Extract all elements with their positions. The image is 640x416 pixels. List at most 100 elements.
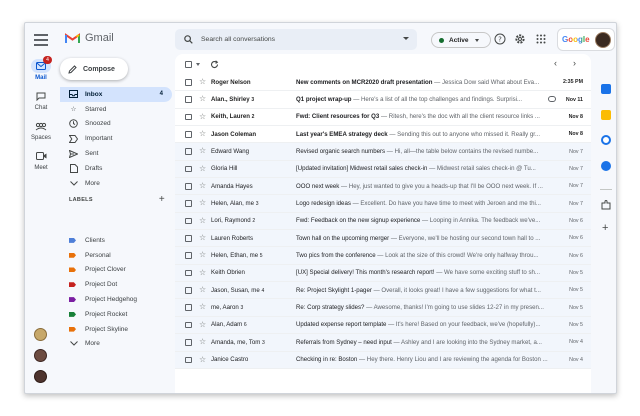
contacts-icon[interactable] — [601, 161, 611, 171]
label-item-project-dot[interactable]: Project Dot — [60, 277, 172, 292]
select-all-checkbox[interactable] — [185, 60, 192, 68]
star-icon[interactable]: ☆ — [199, 129, 206, 139]
chevron-left-icon[interactable]: ‹ — [554, 58, 557, 68]
avatar[interactable] — [34, 328, 47, 341]
star-icon[interactable]: ☆ — [199, 77, 206, 87]
help-icon[interactable]: ? — [494, 33, 506, 45]
labels-more[interactable]: More — [60, 337, 172, 352]
table-row[interactable]: ☆ Jason, Susan, me 4 Re: Project Skylight … — [175, 282, 591, 300]
table-row[interactable]: ☆ Lori, Raymond 2 Fwd: Feedback on the new… — [175, 212, 591, 231]
table-row[interactable]: ☆ Amanda Hayes OOO next week — Hey, just w… — [175, 178, 591, 196]
rail-meet[interactable]: Meet — [25, 149, 57, 171]
nav-sent[interactable]: Sent — [60, 146, 172, 161]
important-icon — [69, 134, 78, 143]
nav-inbox[interactable]: Inbox 4 — [60, 87, 172, 102]
row-checkbox[interactable] — [185, 269, 192, 277]
row-checkbox[interactable] — [185, 131, 192, 138]
refresh-icon[interactable] — [210, 59, 219, 69]
row-checkbox[interactable] — [185, 339, 192, 346]
nav-important[interactable]: Important — [60, 131, 172, 146]
table-row[interactable]: ☆ Gloria Hill [Updated invitation] Midwest… — [175, 160, 591, 179]
star-icon[interactable]: ☆ — [199, 250, 206, 260]
label-item-clients[interactable]: Clients — [60, 233, 172, 248]
row-checkbox[interactable] — [185, 252, 192, 259]
star-icon[interactable]: ☆ — [199, 198, 206, 208]
table-row[interactable]: ☆ Keith, Lauren 2 Fwd: Client resources fo… — [175, 108, 591, 127]
table-row[interactable]: ☆ Amanda, me, Tom 3 Referrals from Sydney … — [175, 334, 591, 352]
label-item-personal[interactable]: Personal — [60, 248, 172, 263]
star-icon[interactable]: ☆ — [199, 355, 206, 365]
row-checkbox[interactable] — [185, 235, 192, 242]
addons-puzzle-icon[interactable] — [601, 200, 611, 210]
row-checkbox[interactable] — [185, 304, 192, 311]
star-icon[interactable]: ☆ — [199, 216, 206, 226]
table-row[interactable]: ☆ Helen, Alan, me 3 Logo redesign ideas — … — [175, 195, 591, 213]
nav-starred[interactable]: ☆ Starred — [60, 102, 172, 117]
star-icon[interactable]: ☆ — [199, 233, 206, 243]
row-checkbox[interactable] — [185, 113, 192, 121]
row-checkbox[interactable] — [185, 200, 192, 207]
row-checkbox[interactable] — [185, 96, 192, 103]
select-options-icon[interactable] — [196, 62, 200, 66]
row-checkbox[interactable] — [185, 79, 192, 86]
star-icon[interactable]: ☆ — [199, 285, 206, 295]
label-item-project-clover[interactable]: Project Clover — [60, 263, 172, 278]
row-checkbox[interactable] — [185, 321, 192, 329]
search-bar[interactable]: Search all conversations — [175, 29, 417, 50]
row-checkbox[interactable] — [185, 183, 192, 190]
search-icon[interactable] — [184, 35, 193, 44]
calendar-icon[interactable] — [601, 84, 611, 94]
star-icon[interactable]: ☆ — [199, 94, 206, 104]
add-addon-icon[interactable]: + — [602, 222, 608, 234]
nav-snoozed[interactable]: Snoozed — [60, 117, 172, 132]
row-checkbox[interactable] — [185, 217, 192, 225]
avatar[interactable] — [34, 370, 47, 383]
row-checkbox[interactable] — [185, 287, 192, 294]
row-checkbox[interactable] — [185, 356, 192, 363]
rail-chat[interactable]: Chat — [25, 89, 57, 111]
gear-icon[interactable] — [514, 33, 526, 45]
nav-drafts[interactable]: Drafts — [60, 161, 172, 176]
star-icon[interactable]: ☆ — [199, 337, 206, 347]
search-input[interactable]: Search all conversations — [201, 36, 275, 43]
search-options-icon[interactable] — [403, 37, 409, 40]
email-date: Nov 6 — [569, 235, 583, 242]
row-checkbox[interactable] — [185, 165, 192, 173]
status-dropdown[interactable]: Active — [431, 32, 491, 48]
table-row[interactable]: ☆ Jason Coleman Last year's EMEA strategy … — [175, 126, 591, 144]
avatar[interactable] — [34, 349, 47, 362]
add-label-icon[interactable]: + — [159, 194, 165, 205]
table-row[interactable]: ☆ Keith Obrien [UX] Special delivery! This… — [175, 264, 591, 283]
label-item-project-hedgehog[interactable]: Project Hedgehog — [60, 292, 172, 307]
rail-mail[interactable]: 4 Mail — [25, 56, 57, 81]
table-row[interactable]: ☆ me, Aaron 3 Re: Corp strategy slides? — … — [175, 299, 591, 317]
table-row[interactable]: ☆ Alan., Shirley 3 Q1 project wrap-up — He… — [175, 91, 591, 109]
label-item-project-skyline[interactable]: Project Skyline — [60, 322, 172, 337]
keep-icon[interactable] — [601, 110, 611, 120]
table-row[interactable]: ☆ Lauren Roberts Town hall on the upcoming… — [175, 230, 591, 248]
row-checkbox[interactable] — [185, 148, 192, 155]
nav-more[interactable]: More — [60, 176, 172, 191]
avatar[interactable] — [595, 32, 611, 48]
table-row[interactable]: ☆ Janice Castro Checking in re: Boston — H… — [175, 351, 591, 369]
star-icon[interactable]: ☆ — [199, 268, 206, 278]
table-row[interactable]: ☆ Alan, Adam 6 Updated expense report temp… — [175, 316, 591, 335]
compose-button[interactable]: Compose — [60, 58, 128, 80]
gmail-logo[interactable]: Gmail — [65, 32, 114, 44]
star-icon[interactable]: ☆ — [199, 302, 206, 312]
label-item-project-rocket[interactable]: Project Rocket — [60, 307, 172, 322]
main-menu-icon[interactable] — [33, 32, 49, 46]
apps-grid-icon[interactable] — [535, 33, 547, 45]
account-button[interactable]: Google — [557, 28, 615, 51]
star-icon[interactable]: ☆ — [199, 112, 206, 122]
table-row[interactable]: ☆ Helen, Ethan, me 5 Two pics from the con… — [175, 247, 591, 265]
star-icon[interactable]: ☆ — [199, 164, 206, 174]
star-icon[interactable]: ☆ — [199, 320, 206, 330]
table-row[interactable]: ☆ Roger Nelson New comments on MCR2020 dra… — [175, 74, 591, 92]
rail-spaces[interactable]: Spaces — [25, 119, 57, 141]
star-icon[interactable]: ☆ — [199, 181, 206, 191]
star-icon[interactable]: ☆ — [199, 146, 206, 156]
chevron-right-icon[interactable]: › — [573, 58, 576, 68]
table-row[interactable]: ☆ Edward Wang Revised organic search numbe… — [175, 143, 591, 161]
tasks-icon[interactable] — [601, 135, 611, 145]
